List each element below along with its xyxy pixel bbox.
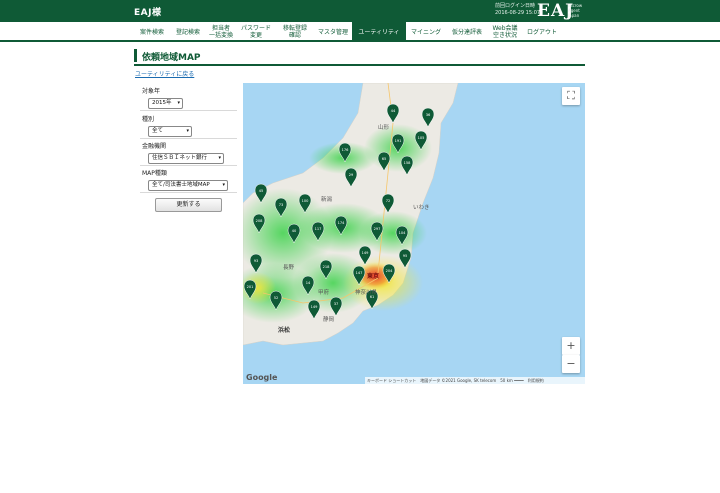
chevron-down-icon: ▾ [177, 100, 180, 106]
nav-master[interactable]: マスタ管理 [314, 22, 352, 42]
map-attribution[interactable]: キーボード ショートカット 地図データ ©2021 Google, SK tel… [365, 377, 585, 384]
type-label: 種別 [142, 116, 155, 123]
marker-count: 105 [418, 136, 425, 140]
marker-count: 95 [403, 254, 408, 258]
fullscreen-button[interactable]: ⛶ [562, 87, 580, 105]
marker-count: 45 [259, 189, 264, 193]
divider [140, 165, 237, 166]
google-logo: Google [246, 373, 278, 382]
marker-count: 147 [356, 271, 363, 275]
marker-count: 14 [306, 281, 311, 285]
map-type-select[interactable]: 全て/司法書士地域MAP ▾ [148, 180, 228, 191]
marker-count: 117 [315, 227, 322, 231]
nav-bulk-assignee[interactable]: 担当者 一括変換 [206, 22, 236, 42]
page-title-bar: 依頼地域MAP [134, 47, 585, 66]
marker-count: 149 [362, 251, 370, 255]
update-button[interactable]: 更新する [155, 198, 222, 212]
map-type-label: MAP種類 [142, 170, 167, 177]
year-select[interactable]: 2015年 ▾ [148, 98, 183, 109]
bank-select[interactable]: 住信ＳＢＩネット銀行 ▾ [148, 153, 224, 164]
marker-count: 93 [254, 259, 259, 263]
map-place-iwaki: いわき [413, 205, 430, 211]
marker-count: 297 [374, 227, 381, 231]
zoom-out-button[interactable]: − [562, 355, 580, 373]
marker-count: 52 [274, 296, 279, 300]
map-place-kanagawa: 神奈川県 [355, 290, 378, 296]
divider [140, 110, 237, 111]
last-login-label: 前回ログイン日時 [495, 3, 536, 9]
marker-count: 174 [338, 221, 346, 225]
map-place-niigata: 新潟 [321, 197, 333, 203]
last-login: 前回ログイン日時 2016-08-29 15:07 [495, 3, 540, 17]
last-login-time: 2016-08-29 15:07 [495, 10, 541, 16]
nav-utility[interactable]: ユーティリティ [352, 22, 406, 42]
nav-password-change[interactable]: パスワード 変更 [236, 22, 276, 42]
page-title: 依頼地域MAP [142, 53, 201, 63]
user-brand: EAJ様 [134, 8, 162, 18]
marker-count: 29 [349, 173, 354, 177]
nav-mining[interactable]: マイニング [406, 22, 446, 42]
marker-count: 72 [386, 199, 391, 203]
marker-count: 191 [395, 139, 402, 143]
back-to-utility-link[interactable]: ユーティリティに戻る [135, 69, 194, 78]
map-place-hamamatsu: 浜松 [278, 327, 291, 334]
map-canvas: 44 36 191 105 176 65 158 29 45 73 100 72 208 40 117 174… [243, 83, 459, 346]
map-place-shizuoka: 静岡 [323, 317, 335, 323]
divider [140, 192, 237, 193]
marker-count: 176 [342, 148, 350, 152]
marker-count: 158 [404, 161, 412, 165]
nav-web-meeting[interactable]: Web会議 空き状況 [488, 22, 522, 42]
marker-count: 201 [247, 285, 254, 289]
type-select[interactable]: 全て ▾ [148, 126, 192, 137]
marker-count: 37 [334, 302, 339, 306]
map-place-tokyo: 東京 [367, 273, 380, 280]
nav-logout[interactable]: ログアウト [522, 22, 562, 42]
nav-evaluation[interactable]: 仮分達評表 [446, 22, 488, 42]
marker-count: 40 [292, 229, 297, 233]
marker-count: 44 [391, 109, 396, 113]
map-place-kofu: 甲府 [318, 290, 330, 296]
main-nav: 案件検索 登記検索 担当者 一括変換 パスワード 変更 移転登録 確認 マスタ管… [0, 22, 720, 42]
map-place-nagano: 長野 [283, 265, 295, 271]
chevron-down-icon: ▾ [222, 182, 225, 188]
marker-count: 65 [382, 157, 387, 161]
chevron-down-icon: ▾ [186, 128, 189, 134]
chevron-down-icon: ▾ [218, 155, 221, 161]
marker-count: 100 [302, 199, 310, 203]
region-map[interactable]: 44 36 191 105 176 65 158 29 45 73 100 72 208 40 117 174… [243, 83, 585, 384]
marker-count: 36 [426, 113, 431, 117]
marker-count: 73 [279, 203, 284, 207]
marker-count: 104 [399, 231, 407, 235]
divider [140, 138, 237, 139]
marker-count: 218 [323, 265, 331, 269]
year-label: 対象年 [142, 88, 161, 95]
marker-count: 204 [386, 269, 394, 273]
zoom-in-button[interactable]: + [562, 337, 580, 355]
top-bar: EAJ様 前回ログイン日時 2016-08-29 15:07 EAJ Escro… [0, 0, 720, 22]
marker-count: 149 [311, 305, 319, 309]
nav-registry-search[interactable]: 登記検索 [170, 22, 206, 42]
eaj-logo-subtitle: Escrow Agent Japan [568, 3, 583, 18]
nav-case-search[interactable]: 案件検索 [134, 22, 170, 42]
nav-transfer-confirm[interactable]: 移転登録 確認 [276, 22, 314, 42]
bank-label: 金融機関 [142, 143, 167, 150]
map-place-yamagata: 山形 [378, 125, 390, 131]
marker-count: 208 [256, 219, 264, 223]
title-accent [134, 49, 137, 62]
